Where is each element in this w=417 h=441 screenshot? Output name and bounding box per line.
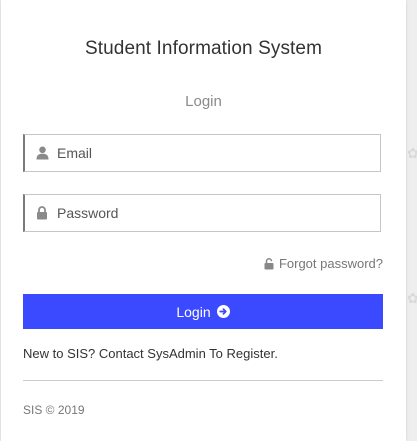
unlock-icon [264,257,275,270]
register-note: New to SIS? Contact SysAdmin To Register… [23,346,278,361]
lock-icon [35,206,49,220]
login-heading: Login [185,93,222,110]
login-button[interactable]: Login [23,294,383,329]
login-button-label: Login [176,303,211,320]
password-input[interactable] [57,205,357,221]
divider [23,380,383,381]
page-title: Student Information System [84,38,323,59]
background-doodle: ✿ [407,145,417,161]
background-doodle: ✿ [407,290,417,306]
forgot-password-label: Forgot password? [278,256,383,271]
password-field[interactable] [23,194,381,232]
user-icon [35,146,49,160]
email-field[interactable] [23,134,381,172]
forgot-password-link[interactable]: Forgot password? [264,256,383,271]
footer-copyright: SIS © 2019 [23,403,85,417]
arrow-circle-right-icon [216,305,230,318]
email-input[interactable] [57,145,357,161]
login-card: Student Information System Login Forgot [1,0,406,441]
